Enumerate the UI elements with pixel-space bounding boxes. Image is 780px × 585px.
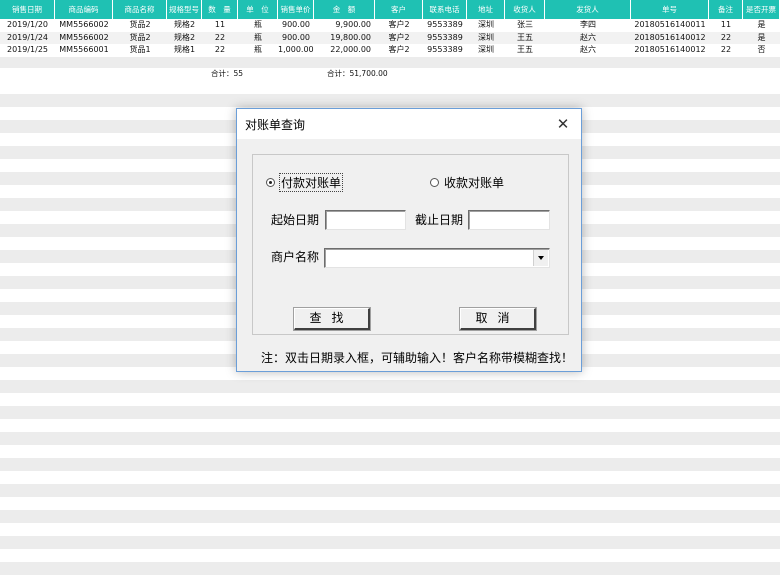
table-cell[interactable]: 赵六 [545,44,631,57]
table-cell[interactable]: 20180516140012 [631,44,709,57]
statement-query-dialog: 对账单查询 ✕ 付款对账单 收款对账单 起始日期 截止日期 商户名称 查找 取消… [236,108,582,372]
table-cell[interactable]: 是 [743,32,780,45]
table-cell[interactable]: MM5566002 [55,19,113,32]
receipt-statement-radio[interactable]: 收款对账单 [430,174,504,191]
table-cell[interactable]: 900.00 [278,19,314,32]
table-cell[interactable]: 李四 [545,19,631,32]
column-header: 商品编码 [55,0,113,19]
table-cell[interactable]: 19,800.00 [314,32,375,45]
column-header: 规格型号 [167,0,202,19]
table-cell[interactable]: 1,000.00 [278,44,314,57]
table-cell[interactable]: 否 [743,44,780,57]
column-header: 数 量 [202,0,238,19]
table-cell[interactable]: 11 [202,19,238,32]
table-cell[interactable]: 规格2 [167,19,202,32]
table-row: 2019/1/20 MM5566002 货品2 规格2 11 瓶 900.00 9,900.0… [0,19,780,32]
table-cell[interactable]: 22 [202,32,238,45]
column-header: 收货人 [505,0,545,19]
table-cell[interactable]: 货品1 [113,44,167,57]
table-cell[interactable]: 22 [202,44,238,57]
table-cell[interactable]: 赵六 [545,32,631,45]
table-cell[interactable]: 瓶 [238,32,278,45]
column-header: 销售日期 [0,0,55,19]
table-cell[interactable]: 货品2 [113,32,167,45]
table-cell[interactable]: 900.00 [278,32,314,45]
table-cell[interactable]: 张三 [505,19,545,32]
column-header: 地址 [467,0,505,19]
column-header: 单号 [631,0,709,19]
table-cell[interactable]: 瓶 [238,19,278,32]
dropdown-button[interactable] [533,250,548,266]
table-cell[interactable]: 11 [709,19,743,32]
table-header: 销售日期 商品编码 商品名称 规格型号数 量单 位销售单价金 额客户 联系电话 地址 收货人… [0,0,780,19]
close-icon[interactable]: ✕ [549,112,577,136]
column-header: 备注 [709,0,743,19]
start-date-input[interactable] [325,210,406,230]
table-cell[interactable]: 22 [709,44,743,57]
table-cell[interactable]: 深圳 [467,19,505,32]
table-cell[interactable]: 规格2 [167,32,202,45]
payment-statement-label: 付款对账单 [278,173,344,192]
find-button[interactable]: 查找 [293,307,371,331]
table-cell[interactable]: 2019/1/25 [0,44,55,57]
table-cell[interactable]: 2019/1/20 [0,19,55,32]
dialog-titlebar: 对账单查询 ✕ [237,109,581,139]
table-row: 2019/1/25 MM5566001 货品1 规格1 22 瓶 1,000.00 22,00… [0,44,780,57]
table-cell[interactable]: 客户2 [375,19,423,32]
chevron-down-icon [538,256,544,260]
table-cell[interactable]: 22,000.00 [314,44,375,57]
table-cell[interactable]: 深圳 [467,32,505,45]
table-cell[interactable]: 20180516140011 [631,19,709,32]
table-cell[interactable]: 客户2 [375,44,423,57]
dialog-note: 注：双击日期录入框，可辅助输入！客户名称带模糊查找！ [261,351,574,365]
column-header: 销售单价 [278,0,314,19]
cancel-button[interactable]: 取消 [459,307,537,331]
table-cell[interactable]: 规格1 [167,44,202,57]
start-date-label: 起始日期 [271,213,320,227]
column-header: 发货人 [545,0,631,19]
column-header: 商品名称 [113,0,167,19]
table-body: 2019/1/20 MM5566002 货品2 规格2 11 瓶 900.00 9,900.0… [0,19,780,57]
table-cell[interactable]: MM5566001 [55,44,113,57]
table-cell[interactable]: 20180516140012 [631,32,709,45]
table-cell[interactable]: 是 [743,19,780,32]
table-cell[interactable]: 2019/1/24 [0,32,55,45]
table-cell[interactable]: MM5566002 [55,32,113,45]
payment-statement-radio[interactable]: 付款对账单 [266,173,344,192]
table-row: 2019/1/24 MM5566002 货品2 规格2 22 瓶 900.00 19,800.… [0,31,780,45]
total-amount: 合计：51,700.00 [327,69,388,78]
column-header: 客户 [375,0,423,19]
table-cell[interactable]: 王五 [505,44,545,57]
total-quantity: 合计：55 [211,69,244,78]
merchant-name-combobox[interactable] [324,248,550,268]
table-cell[interactable]: 瓶 [238,44,278,57]
end-date-label: 截止日期 [415,213,464,227]
table-cell[interactable]: 9553389 [423,19,467,32]
dialog-title: 对账单查询 [245,118,306,132]
query-options-group: 付款对账单 收款对账单 起始日期 截止日期 商户名称 查找 取消 [252,154,569,335]
merchant-name-label: 商户名称 [271,250,320,264]
column-header: 是否开票 [743,0,780,19]
sales-table: 销售日期 商品编码 商品名称 规格型号数 量单 位销售单价金 额客户 联系电话 地址 收货人… [0,0,780,57]
table-cell[interactable]: 9,900.00 [314,19,375,32]
table-cell[interactable]: 货品2 [113,19,167,32]
radio-selected-icon [266,178,275,187]
table-cell[interactable]: 客户2 [375,32,423,45]
column-header: 单 位 [238,0,278,19]
table-cell[interactable]: 9553389 [423,32,467,45]
table-cell[interactable]: 王五 [505,32,545,45]
table-cell[interactable]: 22 [709,32,743,45]
end-date-input[interactable] [468,210,550,230]
table-cell[interactable]: 深圳 [467,44,505,57]
table-cell[interactable]: 9553389 [423,44,467,57]
receipt-statement-label: 收款对账单 [444,176,505,190]
column-header: 金 额 [314,0,375,19]
radio-unselected-icon [430,178,439,187]
column-header: 联系电话 [423,0,467,19]
